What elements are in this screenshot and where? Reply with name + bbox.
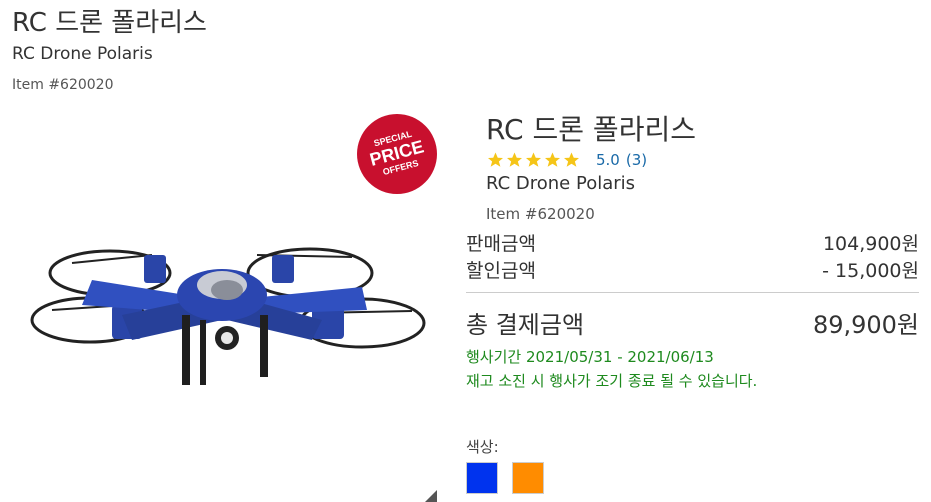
product-title: RC 드론 폴라리스 <box>486 113 696 146</box>
color-swatch-orange[interactable] <box>512 462 544 494</box>
rating-stars <box>486 151 581 169</box>
star-icon <box>564 152 579 167</box>
sale-price-value: 104,900원 <box>822 233 919 255</box>
total-price-row: 총 결제금액 89,900원 <box>466 305 919 340</box>
star-icon <box>507 152 522 167</box>
special-price-badge: SPECIAL PRICE OFFERS <box>357 114 437 194</box>
total-price-label: 총 결제금액 <box>466 311 585 339</box>
star-icon <box>545 152 560 167</box>
color-option-label: 색상: <box>466 438 499 456</box>
sale-price-row: 판매금액 104,900원 <box>466 229 919 256</box>
page-subtitle: RC Drone Polaris <box>12 44 153 64</box>
total-price-value: 89,900원 <box>812 311 919 339</box>
product-subtitle: RC Drone Polaris <box>486 173 636 194</box>
price-divider <box>466 292 919 293</box>
star-icon <box>488 152 503 167</box>
color-swatch-blue[interactable] <box>466 462 498 494</box>
discount-label: 할인금액 <box>466 260 536 282</box>
discount-value: - 15,000원 <box>822 260 919 282</box>
rating-count[interactable]: (3) <box>626 151 647 169</box>
page-title: RC 드론 폴라리스 <box>12 8 207 38</box>
promotion-notice: 재고 소진 시 행사가 조기 종료 될 수 있습니다. <box>466 372 758 390</box>
item-number: Item #620020 <box>12 77 114 93</box>
rating-summary[interactable]: 5.0 (3) <box>486 150 647 170</box>
product-item-number: Item #620020 <box>486 205 595 223</box>
gallery-scroll-arrow-icon[interactable] <box>425 490 437 502</box>
promotion-period: 행사기간 2021/05/31 - 2021/06/13 <box>466 348 714 366</box>
star-icon <box>526 152 541 167</box>
discount-row: 할인금액 - 15,000원 <box>466 256 919 283</box>
sale-price-label: 판매금액 <box>466 233 536 255</box>
rating-score[interactable]: 5.0 <box>596 151 620 169</box>
